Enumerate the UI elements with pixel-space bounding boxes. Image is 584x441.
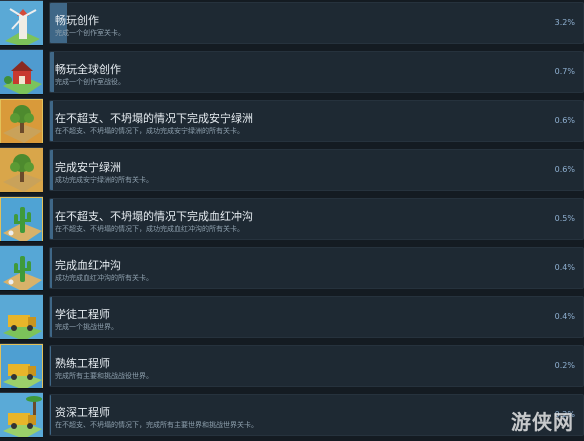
achievement-progress-bar: 在不超支、不坍塌的情况下完成安宁绿洲在不超支、不坍塌的情况下，成功完成安宁绿洲的… (49, 100, 584, 142)
unlock-percentage: 0.4% (554, 263, 575, 272)
truck-palm-icon (0, 392, 43, 438)
achievement-row[interactable]: 在不超支、不坍塌的情况下完成血红冲沟在不超支、不坍塌的情况下，成功完成血红冲沟的… (0, 196, 584, 242)
achievement-list: 畅玩创作 完成一个创作室关卡。 3.2% 畅玩全球创作 完成一个创作室战役。 0.7% … (0, 0, 584, 441)
tree-icon (0, 147, 43, 193)
achievement-row[interactable]: 熟练工程师完成所有主要和挑战战役世界。 0.2% (0, 343, 584, 389)
achievement-title: 畅玩创作 (55, 14, 99, 27)
achievement-row[interactable]: 学徒工程师完成一个挑战世界。 0.4% (0, 294, 584, 340)
achievement-progress-bar: 完成安宁绿洲成功完成安宁绿洲的所有关卡。 0.6% (49, 149, 584, 191)
watermark-logo: 游侠网 (511, 410, 574, 434)
unlock-percentage: 0.6% (554, 165, 575, 174)
achievement-row[interactable]: 完成血红冲沟成功完成血红冲沟的所有关卡。 0.4% (0, 245, 584, 291)
achievement-progress-bar: 完成血红冲沟成功完成血红冲沟的所有关卡。 0.4% (49, 247, 584, 289)
achievement-progress-bar: 熟练工程师完成所有主要和挑战战役世界。 0.2% (49, 345, 584, 387)
achievement-description: 完成一个挑战世界。 (55, 323, 118, 331)
unlock-percentage: 0.4% (554, 312, 575, 321)
achievement-description: 在不超支、不坍塌的情况下，成功完成安宁绿洲的所有关卡。 (55, 127, 244, 135)
windmill-icon (0, 0, 43, 46)
achievement-title: 学徒工程师 (55, 308, 110, 321)
achievement-description: 成功完成安宁绿洲的所有关卡。 (55, 176, 153, 184)
truck-icon (0, 294, 43, 340)
achievement-progress-bar: 资深工程师 在不超支、不坍塌的情况下，完成所有主要世界和挑战世界关卡。 0.2% (49, 394, 584, 436)
achievement-progress-bar: 畅玩创作完成一个创作室关卡。 3.2% (49, 2, 584, 44)
achievement-title: 资深工程师 (55, 406, 110, 419)
achievement-description: 成功完成血红冲沟的所有关卡。 (55, 274, 153, 282)
achievement-row[interactable]: 完成安宁绿洲成功完成安宁绿洲的所有关卡。 0.6% (0, 147, 584, 193)
unlock-percentage: 0.5% (554, 214, 575, 223)
achievement-title: 完成血红冲沟 (55, 259, 121, 272)
unlock-percentage: 3.2% (554, 18, 575, 27)
achievement-row[interactable]: 畅玩创作完成一个创作室关卡。 3.2% (0, 0, 584, 46)
unlock-rate-fill (50, 297, 53, 337)
unlock-rate-fill (50, 395, 52, 435)
achievement-description: 完成一个创作室关卡。 (55, 29, 125, 37)
unlock-percentage: 0.2% (554, 361, 575, 370)
achievement-description: 完成所有主要和挑战战役世界。 (55, 372, 153, 380)
achievement-title: 在不超支、不坍塌的情况下完成安宁绿洲 (55, 112, 253, 125)
achievement-row[interactable]: 资深工程师 在不超支、不坍塌的情况下，完成所有主要世界和挑战世界关卡。 0.2% (0, 392, 584, 438)
barn-icon (0, 49, 43, 95)
achievement-title: 完成安宁绿洲 (55, 161, 121, 174)
achievement-description: 在不超支、不坍塌的情况下，完成所有主要世界和挑战世界关卡。 (55, 421, 258, 429)
achievement-progress-bar: 畅玩全球创作完成一个创作室战役。 0.7% (49, 51, 584, 93)
unlock-rate-fill (50, 248, 53, 288)
achievement-row[interactable]: 畅玩全球创作完成一个创作室战役。 0.7% (0, 49, 584, 95)
unlock-percentage: 0.7% (554, 67, 575, 76)
unlock-rate-fill (50, 101, 54, 141)
achievement-row[interactable]: 在不超支、不坍塌的情况下完成安宁绿洲在不超支、不坍塌的情况下，成功完成安宁绿洲的… (0, 98, 584, 144)
unlock-rate-fill (50, 346, 52, 386)
achievement-progress-bar: 学徒工程师完成一个挑战世界。 0.4% (49, 296, 584, 338)
unlock-percentage: 0.6% (554, 116, 575, 125)
achievement-description: 完成一个创作室战役。 (55, 78, 125, 86)
unlock-rate-fill (50, 150, 54, 190)
truck-gold-icon (0, 343, 43, 389)
achievement-title: 畅玩全球创作 (55, 63, 121, 76)
achievement-title: 在不超支、不坍塌的情况下完成血红冲沟 (55, 210, 253, 223)
achievement-title: 熟练工程师 (55, 357, 110, 370)
unlock-rate-fill (50, 52, 54, 92)
tree-gold-icon (0, 98, 43, 144)
achievement-description: 在不超支、不坍塌的情况下，成功完成血红冲沟的所有关卡。 (55, 225, 244, 233)
cactus-gold-icon (0, 196, 43, 242)
unlock-rate-fill (50, 199, 53, 239)
achievement-progress-bar: 在不超支、不坍塌的情况下完成血红冲沟在不超支、不坍塌的情况下，成功完成血红冲沟的… (49, 198, 584, 240)
cactus-icon (0, 245, 43, 291)
